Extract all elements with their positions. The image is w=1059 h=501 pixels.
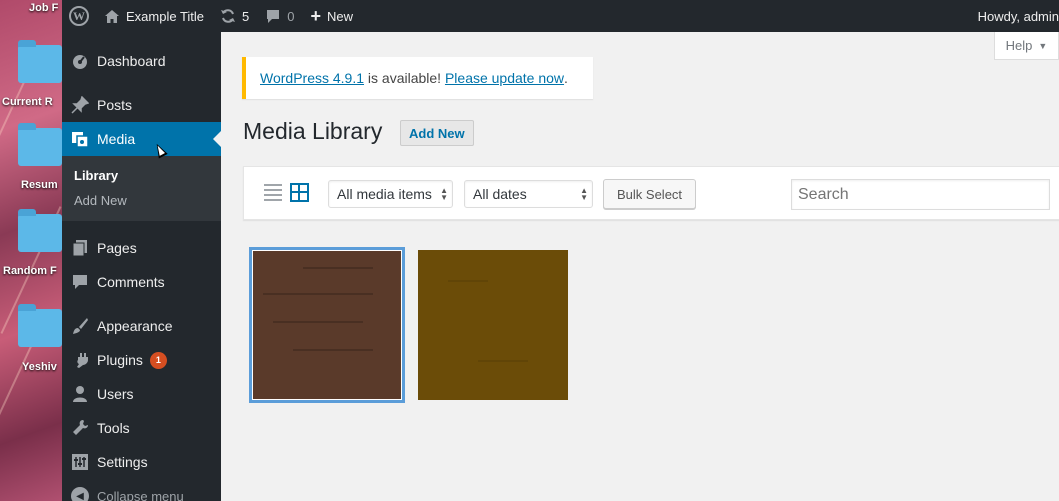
select-arrows-icon: ▲ ▼: [440, 186, 448, 202]
howdy-text: Howdy, admin: [977, 8, 1059, 24]
collapse-label: Collapse menu: [97, 488, 184, 501]
sidebar-item-appearance[interactable]: Appearance: [62, 309, 221, 343]
site-title: Example Title: [126, 8, 205, 24]
settings-icon: [70, 452, 90, 472]
sidebar-item-label: Users: [97, 386, 134, 402]
home-icon: [104, 9, 120, 24]
plus-icon: +: [310, 5, 322, 26]
account-menu[interactable]: Howdy, admin: [970, 0, 1059, 32]
sidebar-item-label: Pages: [97, 240, 137, 256]
desktop-label: Job F: [29, 2, 59, 14]
bulk-select-button[interactable]: Bulk Select: [603, 179, 697, 209]
desktop-folder-icon[interactable]: [18, 209, 62, 252]
sidebar-item-posts[interactable]: Posts: [62, 88, 221, 122]
add-new-button[interactable]: Add New: [400, 120, 474, 146]
comment-bubble-icon: [265, 9, 281, 24]
sidebar-item-label: Settings: [97, 454, 148, 470]
sidebar-item-label: Dashboard: [97, 53, 166, 69]
sidebar-item-media[interactable]: Media: [62, 122, 221, 156]
page-title: Media Library: [243, 118, 383, 144]
pin-icon: [70, 95, 90, 115]
date-filter-value: All dates: [473, 186, 527, 202]
sidebar-item-label: Tools: [97, 420, 130, 436]
sidebar-item-comments[interactable]: Comments: [62, 265, 221, 299]
notice-end-text: .: [564, 70, 568, 86]
updates-link[interactable]: 5: [212, 0, 257, 32]
plugins-update-badge: 1: [149, 351, 167, 369]
site-name-link[interactable]: Example Title: [96, 0, 212, 32]
media-icon: [70, 129, 90, 149]
collapse-menu-button[interactable]: ◀ Collapse menu: [62, 479, 221, 501]
update-notice: WordPress 4.9.1 is available! Please upd…: [242, 57, 593, 99]
collapse-arrow-icon: ◀: [70, 486, 90, 501]
sidebar-item-settings[interactable]: Settings: [62, 445, 221, 479]
submenu-item-library[interactable]: Library: [62, 163, 221, 188]
main-content: Help ▼ WordPress 4.9.1 is available! Ple…: [221, 32, 1059, 501]
sidebar-item-label: Plugins: [97, 352, 143, 368]
media-thumbnail[interactable]: [252, 250, 402, 400]
select-arrows-icon: ▲ ▼: [580, 186, 588, 202]
desktop-label: Yeshiv: [22, 361, 57, 373]
desktop-folder-icon[interactable]: [18, 304, 62, 347]
wallpaper-streak: [0, 336, 37, 464]
comments-count: 0: [287, 8, 295, 24]
submenu-item-add-new[interactable]: Add New: [62, 188, 221, 213]
notice-text: is available!: [364, 70, 445, 86]
updates-count: 5: [242, 8, 250, 24]
sidebar-item-plugins[interactable]: Plugins 1: [62, 343, 221, 377]
sidebar-item-dashboard[interactable]: Dashboard: [62, 44, 221, 78]
desktop-background: Job F Current R Resum Random F Yeshiv: [0, 0, 62, 501]
media-submenu: Library Add New: [62, 156, 221, 221]
media-toolbar: All media items ▲ ▼ All dates ▲ ▼ Bulk Sel…: [243, 166, 1059, 220]
dashboard-icon: [70, 51, 90, 71]
dropdown-arrow-icon: ▼: [1038, 40, 1048, 51]
media-type-value: All media items: [337, 186, 432, 202]
sidebar-item-label: Media: [97, 131, 136, 147]
comments-link[interactable]: 0: [257, 0, 302, 32]
help-label: Help: [1005, 38, 1033, 53]
refresh-icon: [220, 8, 236, 24]
desktop-folder-icon[interactable]: [18, 123, 62, 166]
media-thumbnail[interactable]: [418, 250, 568, 400]
media-type-filter[interactable]: All media items ▲ ▼: [328, 180, 453, 208]
sidebar-item-label: Posts: [97, 97, 133, 113]
list-view-icon[interactable]: [264, 183, 284, 201]
desktop-folder-icon[interactable]: [18, 40, 62, 83]
date-filter[interactable]: All dates ▲ ▼: [464, 180, 593, 208]
comment-icon: [70, 272, 90, 292]
wordpress-logo-icon: W: [69, 6, 89, 26]
new-content-link[interactable]: + New: [303, 0, 362, 32]
user-icon: [70, 384, 90, 404]
wordpress-logo-button[interactable]: W: [62, 0, 96, 32]
desktop-label: Current R: [2, 96, 53, 108]
desktop-label: Random F: [3, 265, 57, 277]
search-input[interactable]: [791, 179, 1050, 210]
sidebar-item-tools[interactable]: Tools: [62, 411, 221, 445]
desktop-label: Resum: [21, 179, 58, 191]
new-label: New: [327, 8, 354, 24]
version-link[interactable]: WordPress 4.9.1: [260, 70, 364, 86]
help-tab[interactable]: Help ▼: [994, 32, 1059, 60]
sidebar-item-users[interactable]: Users: [62, 377, 221, 411]
sidebar-item-pages[interactable]: Pages: [62, 231, 221, 265]
sidebar-item-label: Appearance: [97, 318, 173, 334]
admin-sidebar: Dashboard Posts Media Library Add New Pa…: [62, 32, 221, 501]
update-now-link[interactable]: Please update now: [445, 70, 564, 86]
wrench-icon: [70, 418, 90, 438]
grid-view-icon[interactable]: [290, 183, 309, 202]
sidebar-item-label: Comments: [97, 274, 165, 290]
admin-bar: W Example Title 5 0 + New Howdy, admin: [62, 0, 1059, 32]
brush-icon: [70, 316, 90, 336]
page-icon: [70, 238, 90, 258]
plugin-icon: [70, 350, 90, 370]
